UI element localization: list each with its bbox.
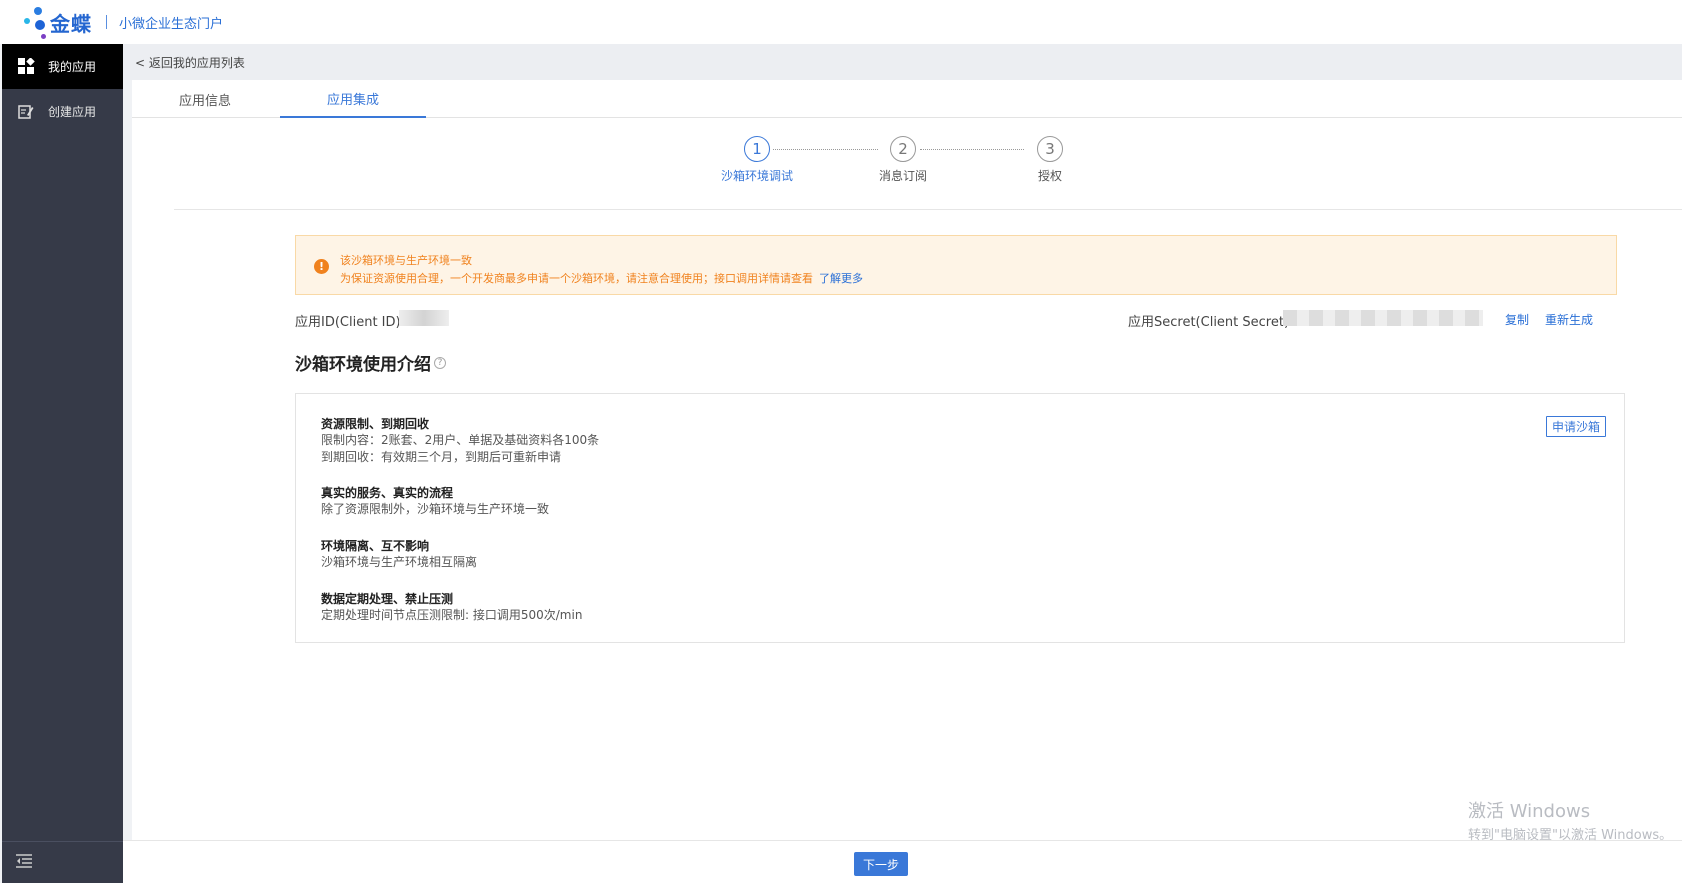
sidebar-item-label: 创建应用	[48, 105, 97, 119]
intro-item-heading: 资源限制、到期回收	[321, 417, 430, 431]
step-label: 沙箱环境调试	[720, 169, 793, 183]
alert-line2: 为保证资源使用合理，一个开发商最多申请一个沙箱环境，请注意合理使用；接口调用详情…	[340, 270, 863, 286]
main-area: < 返回我的应用列表 应用信息 应用集成 1 沙箱环境调试 2 消息订阅 3 授…	[123, 44, 1682, 883]
windows-activation-watermark: 激活 Windows 转到"电脑设置"以激活 Windows。	[1468, 797, 1672, 843]
section-divider	[174, 209, 1682, 210]
intro-item-heading: 环境隔离、互不影响	[321, 539, 430, 553]
watermark-line2: 转到"电脑设置"以激活 Windows。	[1468, 828, 1673, 843]
content-card: 应用信息 应用集成 1 沙箱环境调试 2 消息订阅 3 授权 ! 该沙箱环境与生…	[132, 80, 1682, 875]
client-secret-label: 应用Secret(Client Secret)	[1128, 315, 1290, 330]
credentials-row: 应用ID(Client ID) 应用Secret(Client Secret) …	[295, 308, 1617, 330]
step-message-subscription[interactable]: 2 消息订阅	[858, 136, 948, 184]
regenerate-secret-link[interactable]: 重新生成	[1545, 311, 1593, 328]
warning-icon: !	[314, 259, 329, 274]
intro-item-text: 定期处理时间节点压测限制: 接口调用500次/min	[321, 608, 583, 622]
tab-app-integration[interactable]: 应用集成	[280, 80, 426, 118]
sandbox-alert: ! 该沙箱环境与生产环境一致 为保证资源使用合理，一个开发商最多申请一个沙箱环境…	[295, 235, 1617, 295]
client-secret-value-masked	[1283, 310, 1483, 326]
intro-item: 真实的服务、真实的流程 除了资源限制外，沙箱环境与生产环境一致	[321, 485, 549, 518]
client-id-value-masked	[399, 310, 449, 326]
intro-item-text: 沙箱环境与生产环境相互隔离	[321, 555, 478, 569]
intro-item: 环境隔离、互不影响 沙箱环境与生产环境相互隔离	[321, 538, 477, 571]
intro-item: 资源限制、到期回收 限制内容：2账套、2用户、单据及基础资料各100条 到期回收…	[321, 416, 599, 466]
edit-icon	[16, 103, 36, 121]
step-number: 1	[744, 136, 770, 162]
menu-collapse-icon	[16, 854, 32, 871]
header-divider	[106, 15, 107, 29]
step-authorization[interactable]: 3 授权	[1005, 136, 1095, 184]
step-label: 消息订阅	[878, 169, 927, 183]
portal-name: 小微企业生态门户	[119, 16, 224, 32]
alert-line1: 该沙箱环境与生产环境一致	[340, 254, 472, 267]
sidebar-item-my-apps[interactable]: 我的应用	[2, 44, 123, 89]
logo-text[interactable]: 金蝶	[50, 8, 92, 37]
sandbox-intro-box: 申请沙箱 资源限制、到期回收 限制内容：2账套、2用户、单据及基础资料各100条…	[295, 393, 1625, 643]
step-number: 2	[890, 136, 916, 162]
sidebar-collapse-button[interactable]	[2, 841, 123, 883]
intro-item: 数据定期处理、禁止压测 定期处理时间节点压测限制: 接口调用500次/min	[321, 591, 582, 624]
kingdee-logo-icon	[22, 4, 48, 40]
alert-line2-text: 为保证资源使用合理，一个开发商最多申请一个沙箱环境，请注意合理使用；接口调用详情…	[340, 272, 813, 285]
step-indicator: 1 沙箱环境调试 2 消息订阅 3 授权	[712, 136, 1063, 186]
intro-item-heading: 真实的服务、真实的流程	[321, 486, 454, 500]
help-icon[interactable]: ?	[434, 356, 446, 369]
sidebar-item-create-app[interactable]: 创建应用	[2, 89, 123, 134]
intro-item-text: 除了资源限制外，沙箱环境与生产环境一致	[321, 502, 550, 516]
next-step-button[interactable]: 下一步	[854, 852, 908, 876]
step-label: 授权	[1037, 169, 1062, 183]
intro-item-text: 限制内容：2账套、2用户、单据及基础资料各100条	[321, 433, 600, 447]
sandbox-intro-title-text: 沙箱环境使用介绍	[295, 355, 431, 375]
sandbox-intro-title: 沙箱环境使用介绍 ?	[295, 350, 446, 375]
back-to-app-list-link[interactable]: < 返回我的应用列表	[123, 44, 1682, 80]
intro-item-text: 到期回收：有效期三个月，到期后可重新申请	[321, 450, 562, 464]
tab-bar: 应用信息 应用集成	[132, 80, 1682, 118]
copy-secret-link[interactable]: 复制	[1505, 311, 1529, 328]
learn-more-link[interactable]: 了解更多	[819, 272, 863, 285]
sidebar-item-label: 我的应用	[48, 60, 97, 74]
grid-icon	[16, 58, 36, 76]
step-number: 3	[1037, 136, 1063, 162]
watermark-line1: 激活 Windows	[1468, 801, 1591, 822]
top-header: 金蝶 小微企业生态门户	[0, 0, 1682, 44]
intro-item-heading: 数据定期处理、禁止压测	[321, 592, 454, 606]
footer-bar: 下一步	[123, 840, 1682, 883]
step-sandbox-debug[interactable]: 1 沙箱环境调试	[712, 136, 802, 184]
client-id-label: 应用ID(Client ID)	[295, 315, 401, 330]
apply-sandbox-button[interactable]: 申请沙箱	[1545, 416, 1606, 437]
tab-app-info[interactable]: 应用信息	[132, 80, 278, 118]
sidebar: 我的应用 创建应用	[2, 44, 123, 883]
